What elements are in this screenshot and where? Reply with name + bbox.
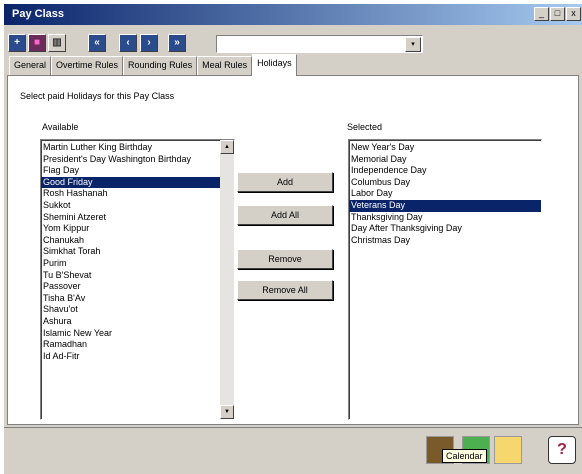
scroll-down-icon[interactable]: ▼ [220,405,234,419]
available-list-item[interactable]: President's Day Washington Birthday [41,154,234,166]
chevron-down-icon[interactable]: ▾ [405,37,421,52]
selected-list-item[interactable]: Thanksgiving Day [349,212,541,224]
available-list-item[interactable]: Good Friday [41,176,234,189]
available-list-item[interactable]: Yom Kippur [41,223,234,235]
record-selector-combo[interactable]: ▾ [216,35,423,53]
selected-label: Selected [347,122,383,132]
window-title: Pay Class [12,8,64,20]
tab-overtime-rules[interactable]: Overtime Rules [51,56,124,76]
selected-list[interactable]: New Year's Day Memorial Day Independence D… [348,139,542,420]
available-list-item[interactable]: Ramadhan [41,339,234,351]
selected-list-item[interactable]: Labor Day [349,188,541,200]
add-button[interactable]: Add [237,172,333,192]
instruction-text: Select paid Holidays for this Pay Class [20,91,175,101]
available-list-item[interactable]: Id Ad-Fitr [41,351,234,363]
toolbar: + ■ ▥ « ‹ › » ▾ [4,26,582,56]
selected-list-item[interactable]: Columbus Day [349,177,541,189]
tab-strip: General Overtime Rules Rounding Rules Me… [9,54,297,76]
save-icon[interactable]: ■ [28,34,46,52]
available-list-item[interactable]: Flag Day [41,165,234,177]
available-list-item[interactable]: Passover [41,281,234,293]
available-list-item[interactable]: Tu B'Shevat [41,270,234,282]
selected-list-item[interactable]: Veterans Day [349,199,541,212]
available-list-item[interactable]: Chanukah [41,235,234,247]
available-list[interactable]: Martin Luther King Birthday President's D… [40,139,235,420]
tab-general[interactable]: General [9,56,52,76]
title-bar[interactable]: Pay Class _ □ x [4,4,582,25]
bottom-bar: ? [4,427,582,474]
add-all-button[interactable]: Add All [237,205,333,225]
available-list-item[interactable]: Tisha B'Av [41,293,234,305]
first-record-icon[interactable]: « [88,34,106,52]
available-list-item[interactable]: Ashura [41,316,234,328]
available-label: Available [42,122,79,132]
available-list-item[interactable]: Simkhat Torah [41,246,234,258]
selected-list-item[interactable]: New Year's Day [349,142,541,154]
scroll-up-icon[interactable]: ▲ [220,140,234,154]
previous-record-icon[interactable]: ‹ [119,34,137,52]
selected-list-item[interactable]: Memorial Day [349,154,541,166]
available-scrollbar[interactable]: ▲ ▼ [220,140,234,419]
tab-meal-rules[interactable]: Meal Rules [197,56,253,76]
tab-holidays[interactable]: Holidays [252,54,297,76]
selected-list-item[interactable]: Day After Thanksgiving Day [349,223,541,235]
available-list-item[interactable]: Shavu'ot [41,304,234,316]
last-record-icon[interactable]: » [168,34,186,52]
available-list-item[interactable]: Rosh Hashanah [41,188,234,200]
next-record-icon[interactable]: › [140,34,158,52]
calendar-tooltip: Calendar [442,449,487,463]
help-icon[interactable]: ? [548,436,576,464]
close-button[interactable]: x [566,7,581,21]
minimize-button[interactable]: _ [534,7,549,21]
tab-rounding-rules[interactable]: Rounding Rules [123,56,198,76]
available-list-item[interactable]: Martin Luther King Birthday [41,142,234,154]
available-list-item[interactable]: Islamic New Year [41,328,234,340]
selected-list-item[interactable]: Independence Day [349,165,541,177]
pay-class-window: Pay Class _ □ x + ■ ▥ « ‹ › » ▾ General … [3,3,582,474]
remove-button[interactable]: Remove [237,249,333,269]
remove-all-button[interactable]: Remove All [237,280,333,300]
add-record-icon[interactable]: + [8,34,26,52]
available-list-item[interactable]: Sukkot [41,200,234,212]
available-list-item[interactable]: Shemini Atzeret [41,212,234,224]
available-list-item[interactable]: Purim [41,258,234,270]
maximize-button[interactable]: □ [550,7,565,21]
selected-list-item[interactable]: Christmas Day [349,235,541,247]
delete-icon[interactable]: ▥ [48,34,66,52]
cancel-icon[interactable] [494,436,522,464]
